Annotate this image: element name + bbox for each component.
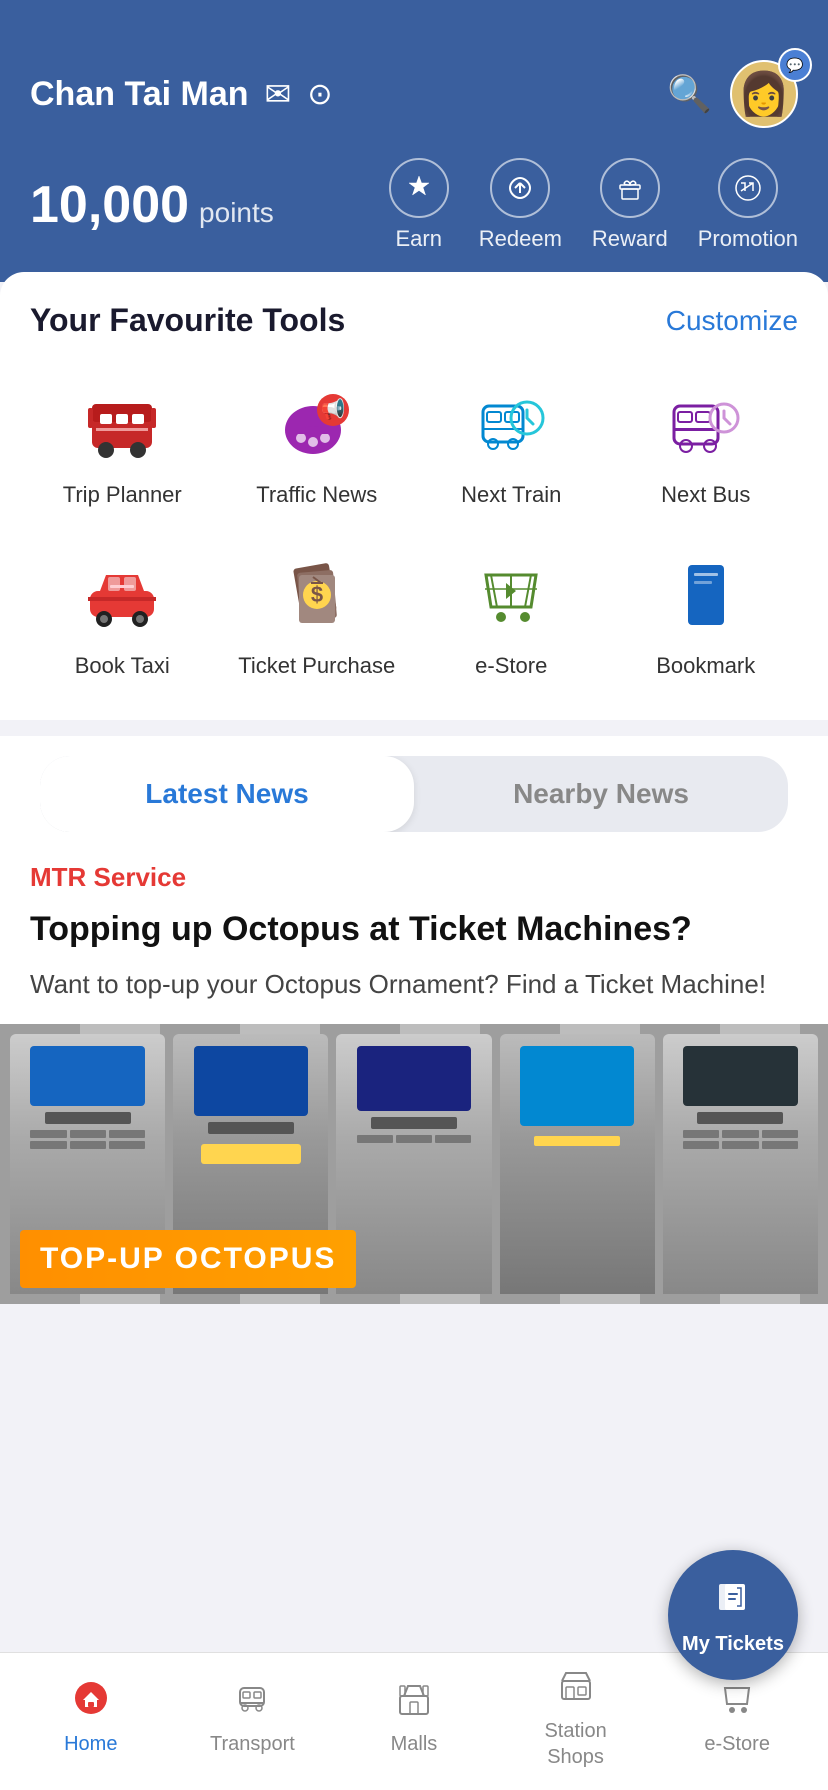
my-tickets-fab[interactable]: My Tickets — [668, 1550, 798, 1680]
news-category: MTR Service — [30, 862, 798, 893]
earn-action[interactable]: Earn — [389, 158, 449, 252]
points-row: 10,000 points Earn — [30, 158, 798, 252]
tool-bookmark[interactable]: Bookmark — [614, 540, 799, 691]
reward-action[interactable]: Reward — [592, 158, 668, 252]
next-train-icon — [466, 379, 556, 469]
station-shops-icon — [558, 1667, 594, 1712]
header-right: 🔍 👩 💬 — [667, 60, 798, 128]
malls-icon — [396, 1680, 432, 1725]
promotion-label: Promotion — [698, 226, 798, 252]
header-top: Chan Tai Man ✉ ⊙ 🔍 👩 💬 — [30, 60, 798, 128]
news-image: TOP-UP OCTOPUS — [0, 1024, 828, 1304]
transport-icon — [234, 1680, 270, 1725]
book-taxi-icon — [77, 550, 167, 640]
ticket-purchase-label: Ticket Purchase — [238, 652, 395, 681]
nav-e-store-icon — [719, 1680, 755, 1725]
tool-book-taxi[interactable]: Book Taxi — [30, 540, 215, 691]
trip-planner-label: Trip Planner — [63, 481, 182, 510]
points-actions: Earn Redeem — [389, 158, 798, 252]
header-user: Chan Tai Man ✉ ⊙ — [30, 75, 332, 114]
traffic-news-icon: 📢 — [272, 379, 362, 469]
nav-transport-label: Transport — [210, 1731, 295, 1757]
nav-malls[interactable]: Malls — [333, 1680, 495, 1757]
news-tabs: Latest News Nearby News — [40, 756, 788, 832]
tool-traffic-news[interactable]: 📢 Traffic News — [225, 369, 410, 520]
svg-text:📢: 📢 — [320, 397, 345, 421]
next-bus-icon — [661, 379, 751, 469]
earn-icon — [389, 158, 449, 218]
nav-e-store[interactable]: e-Store — [656, 1680, 818, 1757]
news-title: Topping up Octopus at Ticket Machines? — [30, 907, 798, 951]
ticket-purchase-icon: $ — [272, 550, 362, 640]
header: Chan Tai Man ✉ ⊙ 🔍 👩 💬 10,000 points — [0, 0, 828, 282]
nav-station-shops[interactable]: Station Shops — [495, 1667, 657, 1770]
redeem-label: Redeem — [479, 226, 562, 252]
bookmark-label: Bookmark — [656, 652, 755, 681]
bookmark-icon — [661, 550, 751, 640]
redeem-action[interactable]: Redeem — [479, 158, 562, 252]
nav-transport[interactable]: Transport — [172, 1680, 334, 1757]
news-description: Want to top-up your Octopus Ornament? Fi… — [30, 965, 798, 1004]
tool-next-train[interactable]: Next Train — [419, 369, 604, 520]
avatar[interactable]: 👩 💬 — [730, 60, 798, 128]
points-label: points — [199, 197, 274, 229]
nav-e-store-label: e-Store — [704, 1731, 770, 1757]
points-display: 10,000 points — [30, 175, 274, 235]
my-tickets-label: My Tickets — [682, 1633, 784, 1656]
tool-next-bus[interactable]: Next Bus — [614, 369, 799, 520]
nav-station-shops-label: Station Shops — [544, 1718, 606, 1770]
book-taxi-label: Book Taxi — [75, 652, 170, 681]
tool-e-store[interactable]: e-Store — [419, 540, 604, 691]
promotion-icon — [718, 158, 778, 218]
mail-icon[interactable]: ✉ — [265, 75, 292, 113]
news-section: Latest News Nearby News MTR Service Topp… — [0, 736, 828, 1304]
traffic-news-label: Traffic News — [256, 481, 377, 510]
tool-ticket-purchase[interactable]: $ Ticket Purchase — [225, 540, 410, 691]
next-train-label: Next Train — [461, 481, 561, 510]
username: Chan Tai Man — [30, 75, 249, 114]
my-tickets-icon — [711, 1574, 755, 1627]
tab-nearby-news[interactable]: Nearby News — [414, 756, 788, 832]
next-bus-label: Next Bus — [661, 481, 750, 510]
redeem-icon — [490, 158, 550, 218]
tools-grid: Trip Planner 📢 Traffic News — [30, 369, 798, 690]
reward-label: Reward — [592, 226, 668, 252]
tool-trip-planner[interactable]: Trip Planner — [30, 369, 215, 520]
fav-tools-title: Your Favourite Tools — [30, 302, 345, 339]
trip-planner-icon — [77, 379, 167, 469]
fav-tools-header: Your Favourite Tools Customize — [30, 302, 798, 339]
earn-label: Earn — [396, 226, 442, 252]
news-content: MTR Service Topping up Octopus at Ticket… — [0, 832, 828, 1024]
svg-text:$: $ — [311, 582, 323, 607]
promotion-action[interactable]: Promotion — [698, 158, 798, 252]
news-image-banner: TOP-UP OCTOPUS — [20, 1230, 356, 1288]
home-icon — [73, 1680, 109, 1725]
e-store-label: e-Store — [475, 652, 547, 681]
chat-bubble-icon: 💬 — [778, 48, 812, 82]
news-image-overlay: TOP-UP OCTOPUS — [0, 1214, 828, 1304]
nav-home-label: Home — [64, 1731, 117, 1757]
customize-button[interactable]: Customize — [666, 305, 798, 337]
profile-icon[interactable]: ⊙ — [307, 77, 332, 112]
e-store-icon — [466, 550, 556, 640]
tab-latest-news[interactable]: Latest News — [40, 756, 414, 832]
search-icon[interactable]: 🔍 — [667, 73, 712, 115]
nav-malls-label: Malls — [391, 1731, 438, 1757]
points-number: 10,000 — [30, 175, 189, 235]
reward-icon — [600, 158, 660, 218]
nav-home[interactable]: Home — [10, 1680, 172, 1757]
fav-tools-section: Your Favourite Tools Customize — [0, 272, 828, 720]
